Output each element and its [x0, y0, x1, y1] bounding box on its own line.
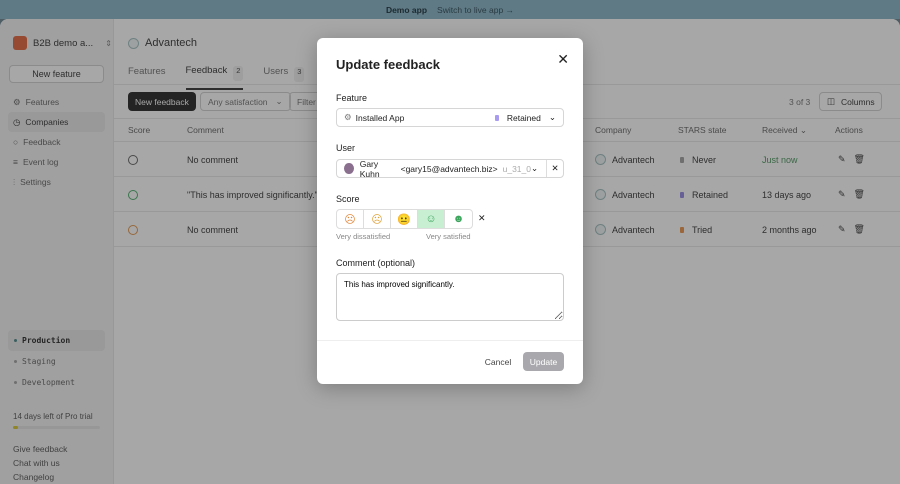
state-indicator-icon [494, 114, 499, 121]
update-button[interactable]: Update [523, 352, 564, 371]
score-option-5[interactable]: ☻ [445, 210, 472, 228]
clear-user-icon[interactable]: ✕ [546, 160, 563, 177]
comment-label: Comment (optional) [336, 258, 416, 268]
score-option-1[interactable]: ☹ [337, 210, 364, 228]
feature-icon: ⚙ [344, 112, 352, 122]
score-option-2[interactable]: ☹ [364, 210, 391, 228]
feature-state: Retained [506, 112, 541, 123]
score-option-3[interactable]: 😐 [391, 210, 418, 228]
chevron-down-icon: ⌄ [548, 112, 556, 122]
feature-label: Feature [336, 93, 368, 103]
user-email: <gary15@advantech.biz> [400, 163, 498, 174]
user-label: User [336, 143, 356, 153]
user-avatar [344, 163, 354, 174]
user-id: u_31_0 [502, 163, 531, 174]
score-picker: ☹ ☹ 😐 ☺ ☻ [336, 209, 473, 229]
update-feedback-dialog: Update feedback ✕ Feature ⚙ Installed Ap… [317, 38, 583, 384]
chevron-down-icon: ⌄ [530, 163, 539, 173]
score-max-label: Very satisfied [426, 232, 471, 241]
score-label: Score [336, 194, 360, 204]
feature-value: Installed App [355, 112, 405, 123]
demo-label: Demo app [385, 4, 428, 15]
user-name: Gary Kuhn [359, 158, 380, 179]
comment-input[interactable]: This has improved significantly. [336, 273, 564, 321]
feature-select[interactable]: ⚙ Installed App Retained ⌄ [336, 108, 564, 127]
switch-live-link[interactable]: Switch to live app → [437, 5, 514, 15]
close-icon[interactable]: ✕ [557, 51, 569, 68]
demo-banner: Demo app Switch to live app → [0, 0, 900, 19]
cancel-button[interactable]: Cancel [477, 352, 519, 371]
user-select[interactable]: Gary Kuhn <gary15@advantech.biz> u_31_0 … [336, 158, 564, 179]
score-option-4[interactable]: ☺ [418, 210, 445, 228]
score-min-label: Very dissatisfied [336, 232, 391, 241]
clear-score-icon[interactable]: ✕ [478, 213, 486, 224]
dialog-title: Update feedback [336, 57, 441, 72]
